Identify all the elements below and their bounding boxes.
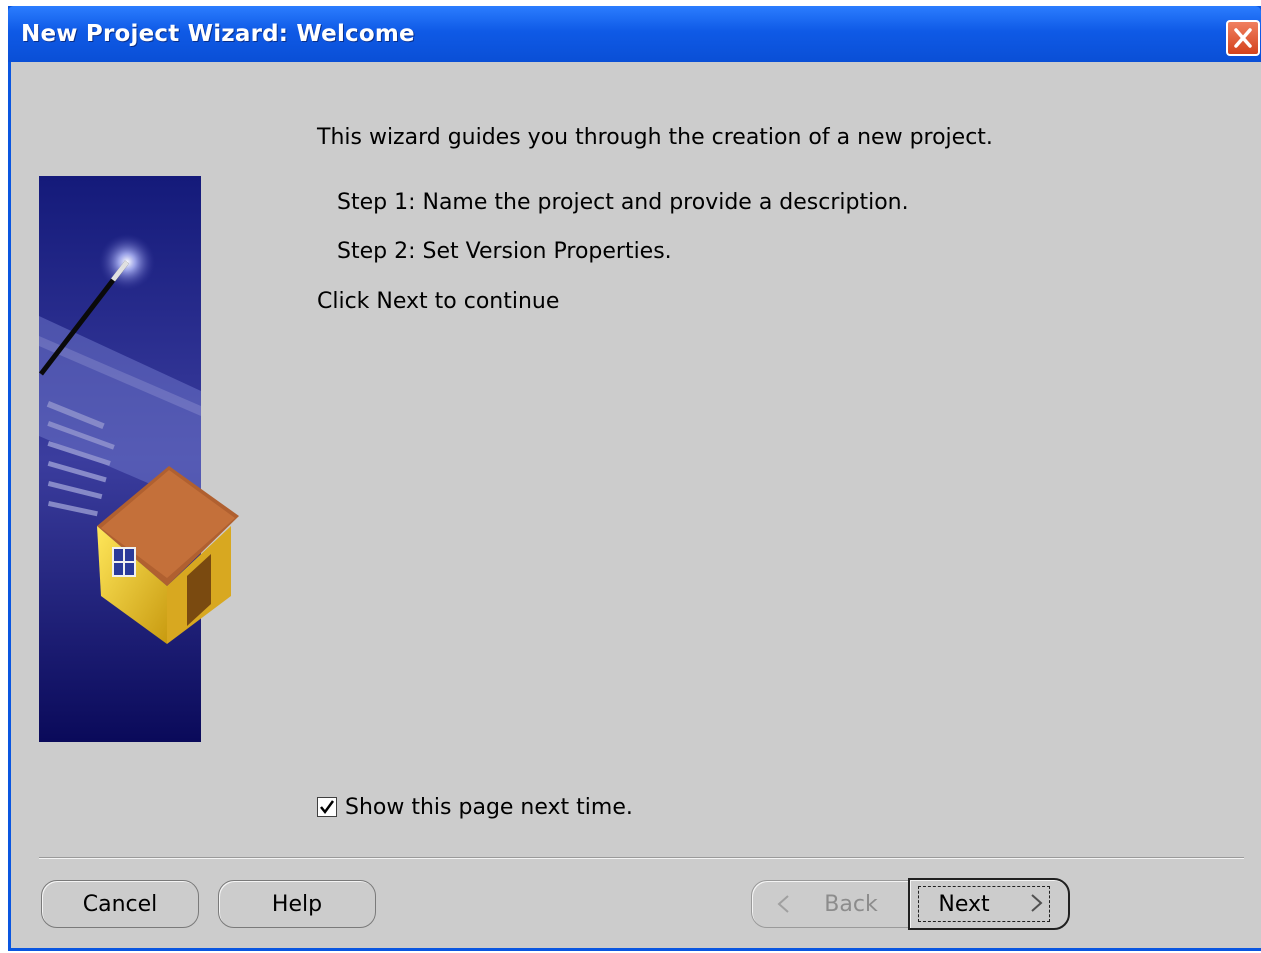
next-label: Next <box>938 891 990 917</box>
chevron-right-icon <box>1031 894 1043 912</box>
next-button[interactable]: Next <box>908 878 1070 930</box>
help-label: Help <box>271 891 323 917</box>
back-button[interactable]: Back <box>751 880 911 928</box>
back-label: Back <box>824 891 878 917</box>
help-button[interactable]: Help <box>218 880 376 928</box>
wizard-window: New Project Wizard: Welcome This wizard … <box>8 6 1261 951</box>
checkmark-icon <box>320 800 335 815</box>
cancel-button[interactable]: Cancel <box>41 880 199 928</box>
close-icon <box>1234 28 1252 48</box>
intro-text: This wizard guides you through the creat… <box>317 125 993 150</box>
title-bar[interactable]: New Project Wizard: Welcome <box>8 6 1261 62</box>
step-1-text: Step 1: Name the project and provide a d… <box>337 190 909 215</box>
wizard-body: This wizard guides you through the creat… <box>11 62 1261 948</box>
window-title: New Project Wizard: Welcome <box>21 21 415 47</box>
cancel-label: Cancel <box>82 891 158 917</box>
close-button[interactable] <box>1226 20 1260 56</box>
wizard-house-illustration <box>39 176 239 742</box>
chevron-left-icon <box>777 895 789 913</box>
show-page-label: Show this page next time. <box>345 795 633 820</box>
show-page-checkbox[interactable] <box>317 797 337 817</box>
continue-text: Click Next to continue <box>317 289 560 314</box>
button-separator <box>39 857 1244 859</box>
step-2-text: Step 2: Set Version Properties. <box>337 239 672 264</box>
